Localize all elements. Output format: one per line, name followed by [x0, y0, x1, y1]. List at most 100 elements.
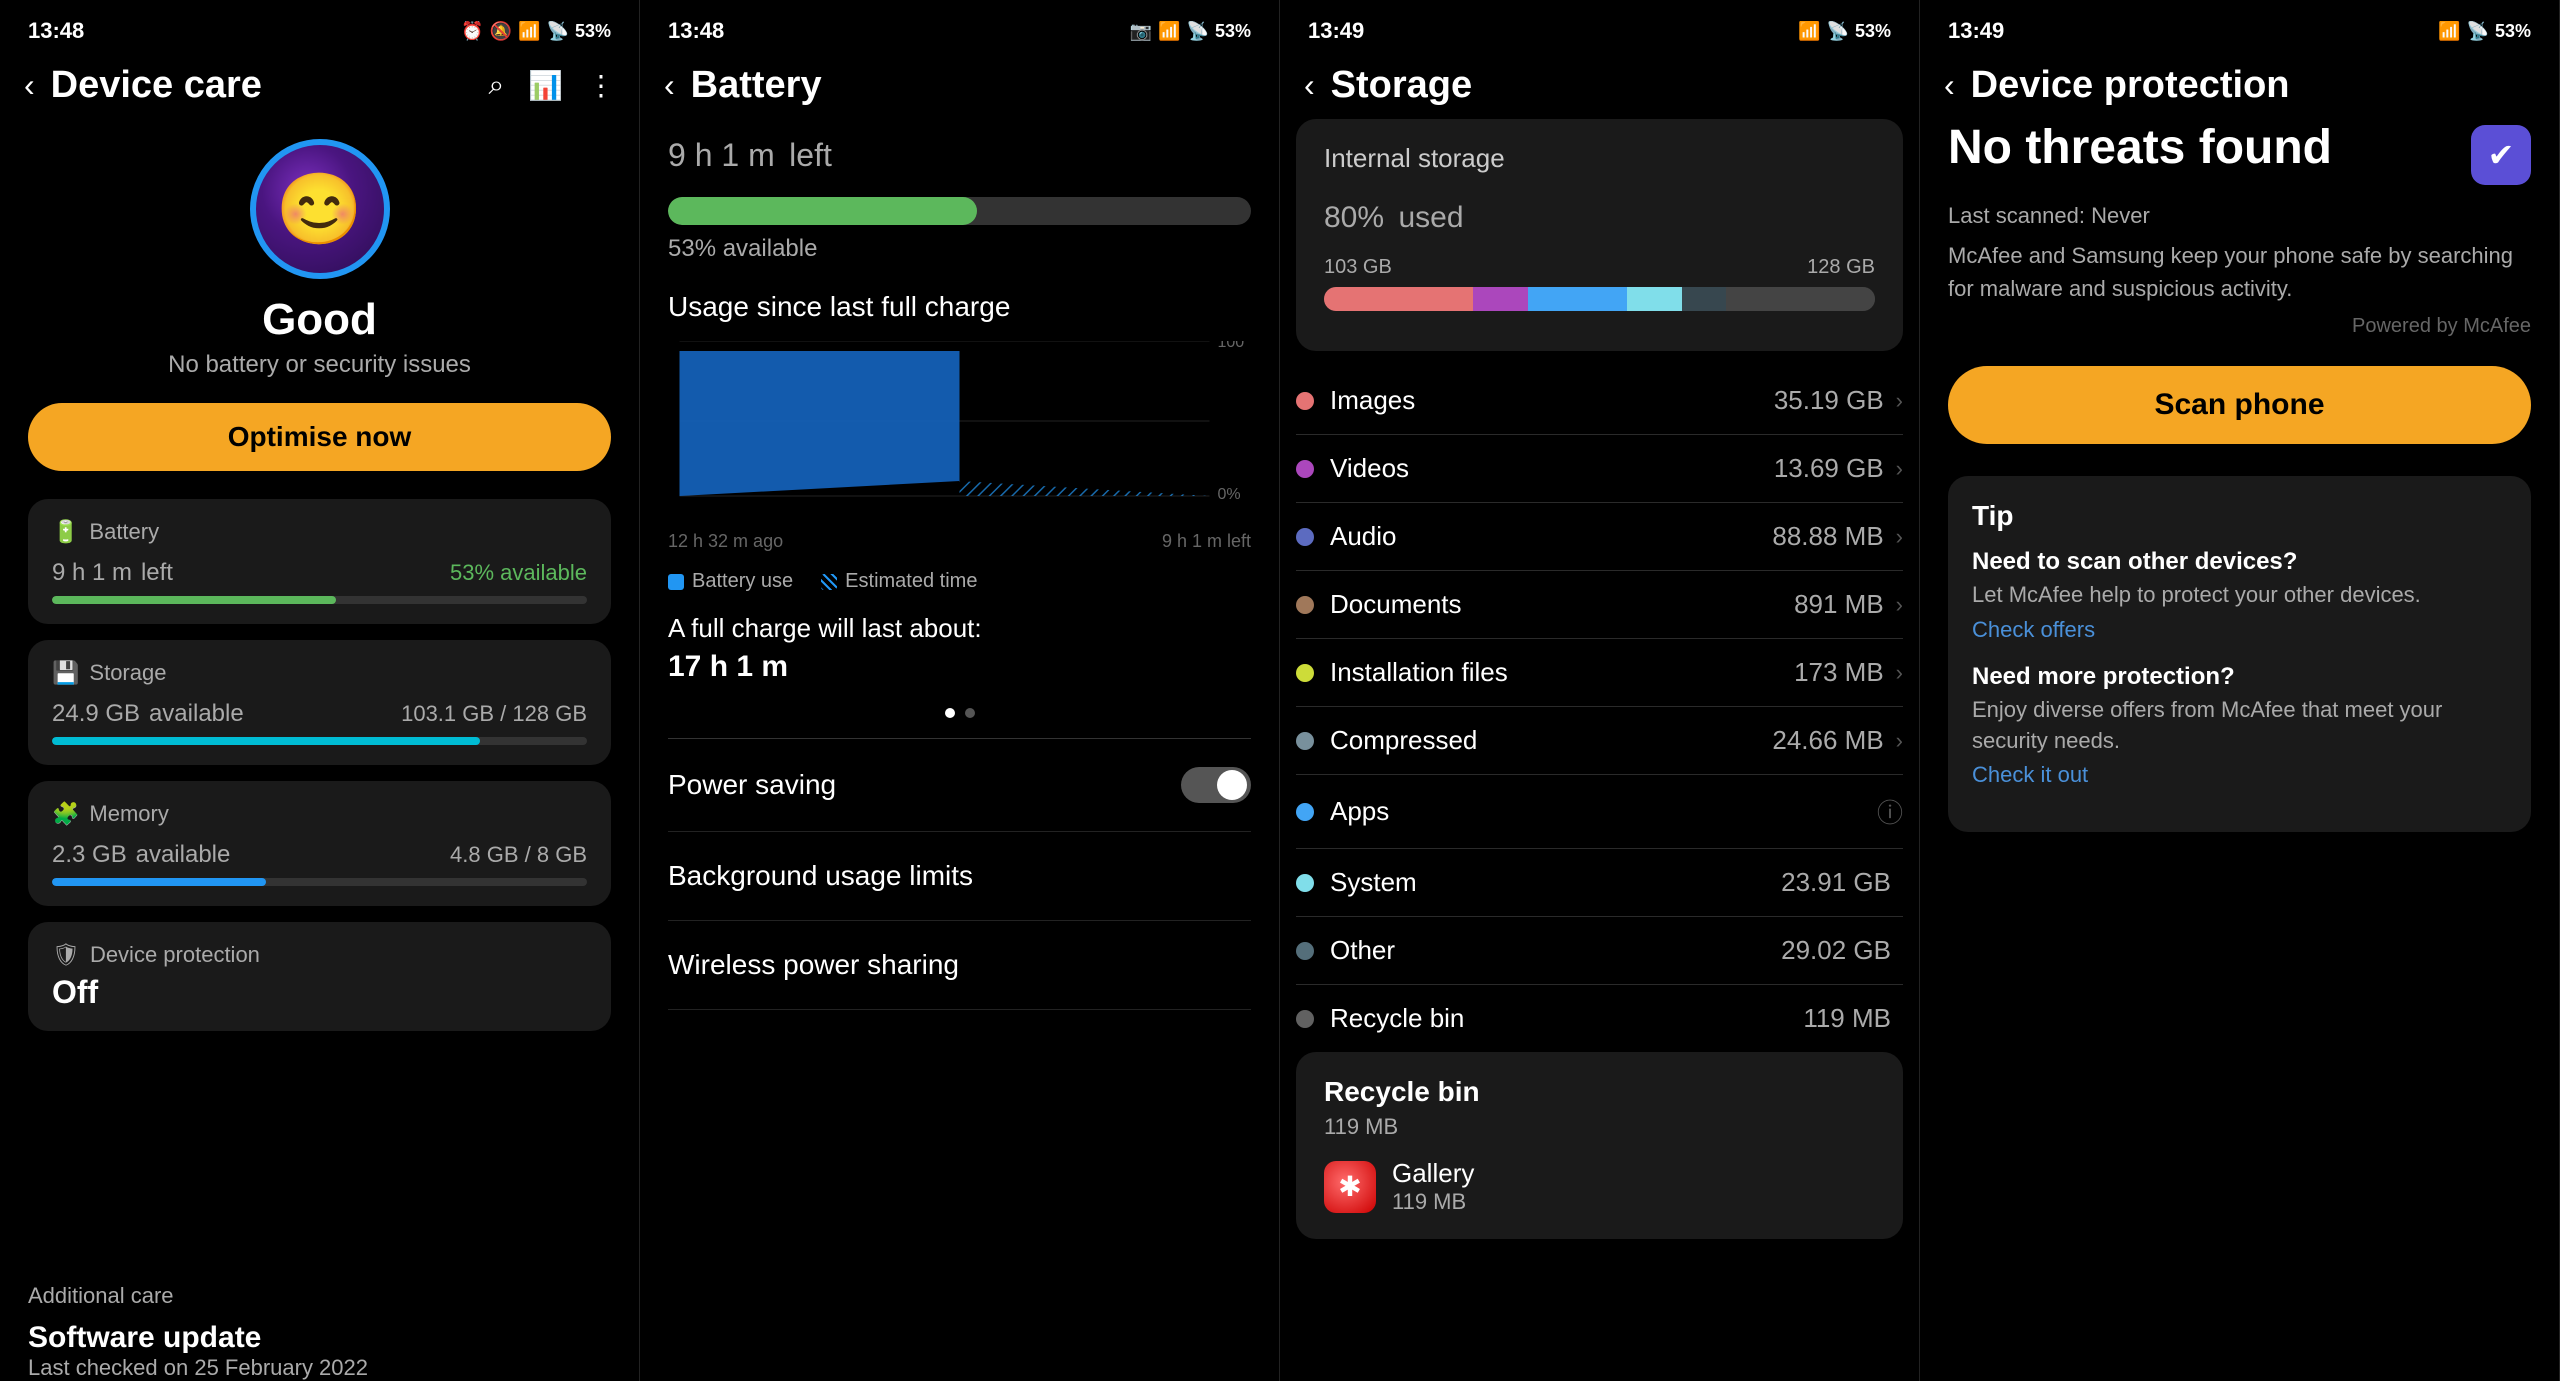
page-title-4: Device protection [1971, 64, 2535, 107]
status-bar-3: 13:49 📶 📡 53% [1280, 0, 1919, 56]
optimise-button[interactable]: Optimise now [28, 403, 611, 471]
more-icon-1[interactable]: ⋮ [587, 69, 615, 102]
storage-item-system: System 23.91 GB [1296, 849, 1903, 917]
recycle-bin-size: 119 MB [1324, 1114, 1875, 1140]
panel-device-care: 13:48 ⏰ 🔕 📶 📡 53% ‹ Device care ⌕ 📊 ⋮ 😊 … [0, 0, 640, 1381]
power-saving-row[interactable]: Power saving [668, 739, 1251, 832]
recycle-bin-title: Recycle bin [1324, 1076, 1875, 1108]
seg-other [1682, 287, 1726, 311]
label-recycle: Recycle bin [1330, 1003, 1803, 1034]
internal-storage-label: Internal storage [1324, 143, 1875, 174]
storage-item-other: Other 29.02 GB [1296, 917, 1903, 985]
page-title-3: Storage [1331, 64, 1895, 107]
protection-header: No threats found ✔ [1948, 119, 2531, 185]
storage-item-apps[interactable]: Apps ⓘ [1296, 775, 1903, 849]
battery-pct-2: 53% [1215, 21, 1251, 42]
memory-metric-label: Memory [89, 801, 168, 827]
back-button-2[interactable]: ‹ [664, 67, 675, 104]
back-button-1[interactable]: ‹ [24, 67, 35, 104]
chart-x-right: 9 h 1 m left [1162, 531, 1251, 552]
tip2-title: Need more protection? [1972, 663, 2507, 691]
page-title-2: Battery [691, 64, 1255, 107]
storage-bar-fill [52, 737, 480, 745]
storage-item-audio[interactable]: Audio 88.88 MB › [1296, 503, 1903, 571]
value-videos: 13.69 GB [1774, 453, 1884, 484]
battery-suffix: left [141, 559, 173, 586]
mute-icon: 🔕 [490, 21, 512, 42]
label-other: Other [1330, 935, 1781, 966]
label-audio: Audio [1330, 521, 1772, 552]
storage-item-videos[interactable]: Videos 13.69 GB › [1296, 435, 1903, 503]
label-videos: Videos [1330, 453, 1774, 484]
status-icons-4: 📶 📡 53% [2438, 21, 2531, 42]
battery-metric[interactable]: 🔋 Battery 9 h 1 m left 53% available [28, 499, 611, 624]
label-compressed: Compressed [1330, 725, 1772, 756]
nav-bar-1: ‹ Device care ⌕ 📊 ⋮ [0, 56, 639, 119]
power-saving-label: Power saving [668, 769, 836, 801]
storage-item-installation[interactable]: Installation files 173 MB › [1296, 639, 1903, 707]
back-button-4[interactable]: ‹ [1944, 67, 1955, 104]
dot-installation [1296, 664, 1314, 682]
device-protection-metric[interactable]: 🛡 Device protection Off [28, 922, 611, 1031]
storage-percent: 80% used [1324, 180, 1875, 240]
background-limits-row[interactable]: Background usage limits [668, 832, 1251, 921]
check-offers-link[interactable]: Check offers [1972, 617, 2095, 642]
search-icon-1[interactable]: ⌕ [488, 69, 504, 102]
tip-section: Tip Need to scan other devices? Let McAf… [1948, 476, 2531, 832]
memory-suffix: available [136, 841, 231, 868]
info-apps[interactable]: ⓘ [1877, 793, 1903, 830]
power-saving-toggle[interactable] [1181, 767, 1251, 803]
seg-free [1726, 287, 1875, 311]
storage-item-documents[interactable]: Documents 891 MB › [1296, 571, 1903, 639]
signal-icon-4: 📡 [2467, 21, 2489, 42]
storage-suffix: available [149, 700, 244, 727]
check-it-out-link[interactable]: Check it out [1972, 762, 2088, 787]
memory-main-value: 2.3 GB [52, 841, 127, 868]
storage-metric[interactable]: 💾 Storage 24.9 GB available 103.1 GB / 1… [28, 640, 611, 765]
memory-metric[interactable]: 🧩 Memory 2.3 GB available 4.8 GB / 8 GB [28, 781, 611, 906]
time-4: 13:49 [1948, 18, 2004, 44]
legend-estimated: Estimated time [821, 570, 977, 593]
status-icons-3: 📶 📡 53% [1798, 21, 1891, 42]
value-compressed: 24.66 MB [1772, 725, 1883, 756]
usage-section-title: Usage since last full charge [668, 291, 1251, 323]
storage-item-recycle[interactable]: Recycle bin 119 MB [1296, 985, 1903, 1052]
recycle-app-item[interactable]: ✱ Gallery 119 MB [1324, 1158, 1875, 1215]
wireless-power-row[interactable]: Wireless power sharing [668, 921, 1251, 1010]
memory-bar [52, 878, 587, 886]
no-threats-title: No threats found [1948, 119, 2471, 177]
storage-item-compressed[interactable]: Compressed 24.66 MB › [1296, 707, 1903, 775]
battery-progress-fill [668, 197, 977, 225]
storage-segmented-bar [1324, 287, 1875, 311]
dot-recycle [1296, 1010, 1314, 1028]
battery-progress-bar [668, 197, 1251, 225]
panel3-main: Internal storage 80% used 103 GB 128 GB [1280, 119, 1919, 1381]
value-recycle: 119 MB [1803, 1003, 1891, 1034]
dot-2 [965, 708, 975, 718]
storage-item-images[interactable]: Images 35.19 GB › [1296, 367, 1903, 435]
software-update-title: Software update [28, 1321, 611, 1355]
tip1-title: Need to scan other devices? [1972, 548, 2507, 576]
label-apps: Apps [1330, 796, 1877, 827]
tip-title: Tip [1972, 500, 2507, 532]
dot-documents [1296, 596, 1314, 614]
back-button-3[interactable]: ‹ [1304, 67, 1315, 104]
storage-metric-label: Storage [89, 660, 166, 686]
status-bar-2: 13:48 📷 📶 📡 53% [640, 0, 1279, 56]
arrow-documents: › [1896, 592, 1903, 618]
chart-x-left: 12 h 32 m ago [668, 531, 783, 552]
alarm-icon: ⏰ [461, 21, 483, 42]
dot-other [1296, 942, 1314, 960]
panel1-main: 😊 Good No battery or security issues Opt… [0, 119, 639, 1275]
software-update-item[interactable]: Software update Last checked on 25 Febru… [28, 1321, 611, 1381]
full-charge-label: A full charge will last about: [668, 613, 1251, 644]
protection-metric-icon: 🛡 [52, 942, 80, 968]
time-2: 13:48 [668, 18, 724, 44]
scan-phone-button[interactable]: Scan phone [1948, 366, 2531, 444]
smiley-circle: 😊 [250, 139, 390, 279]
software-update-sub: Last checked on 25 February 2022 [28, 1355, 611, 1381]
arrow-compressed: › [1896, 728, 1903, 754]
label-installation: Installation files [1330, 657, 1794, 688]
arrow-installation: › [1896, 660, 1903, 686]
protection-main: Off [52, 974, 587, 1011]
